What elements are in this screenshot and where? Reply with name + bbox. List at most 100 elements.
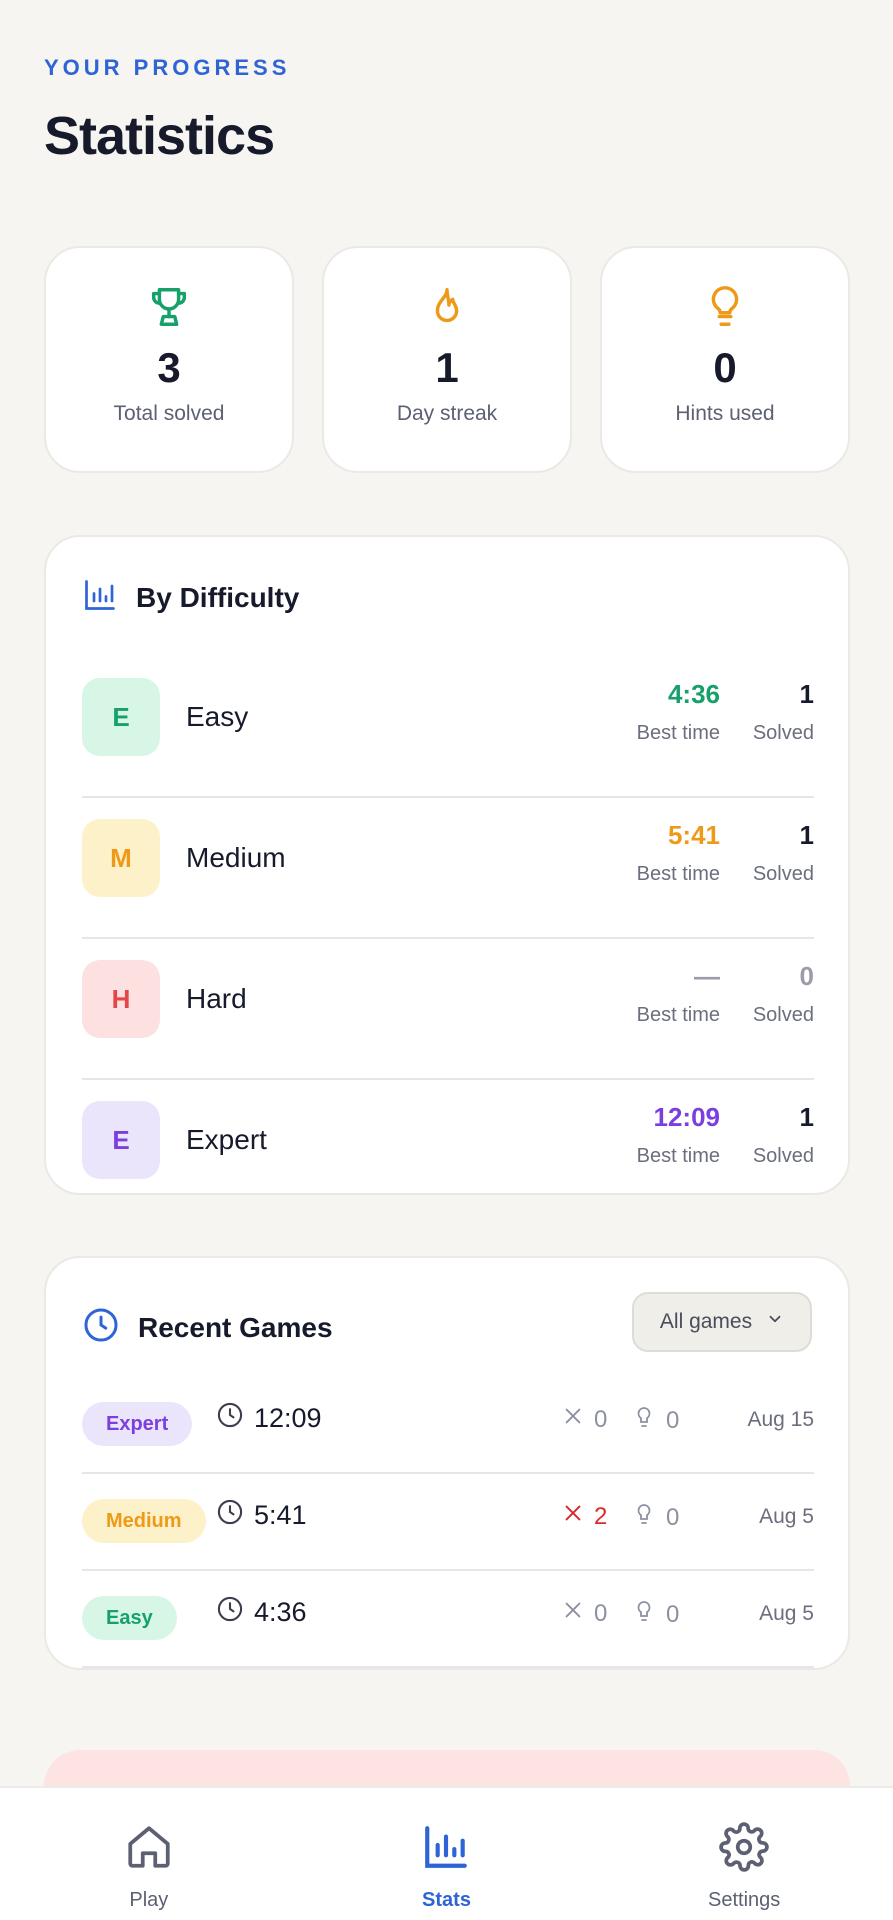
lightbulb-icon <box>632 1599 656 1630</box>
x-icon <box>562 1405 584 1434</box>
lightbulb-icon <box>702 284 748 330</box>
best-time-label: Best time <box>636 1004 720 1026</box>
best-time-value: 5:41 <box>667 820 720 850</box>
stat-card-total-solved: 3 Total solved <box>44 246 294 473</box>
best-time-label: Best time <box>636 863 720 885</box>
game-time: 4:36 <box>216 1595 307 1630</box>
flame-icon <box>424 284 470 330</box>
game-time-value: 4:36 <box>254 1597 307 1627</box>
best-time: — Best time <box>637 961 720 1027</box>
difficulty-badge: H <box>82 960 160 1038</box>
clock-icon <box>216 1595 244 1630</box>
difficulty-row-hard[interactable]: H Hard — Best time 0 Solved <box>82 939 814 1080</box>
x-icon <box>562 1599 584 1628</box>
solved-count: 1 Solved <box>753 679 814 745</box>
solved-value: 1 <box>799 679 814 709</box>
card-title: By Difficulty <box>136 581 300 613</box>
home-icon <box>124 1822 174 1877</box>
game-date: Aug 5 <box>759 1505 814 1528</box>
stat-label: Day streak <box>396 402 498 425</box>
x-icon <box>562 1502 584 1531</box>
best-time-value: — <box>694 961 720 991</box>
stat-value: 1 <box>435 344 459 391</box>
page-title: Statistics <box>44 106 275 166</box>
mistakes: 2 <box>562 1502 607 1531</box>
solved-value: 0 <box>799 961 814 991</box>
recent-games-card: Recent Games All games Expert 12:09 0 0 … <box>44 1256 850 1670</box>
chevron-down-icon <box>766 1310 784 1334</box>
game-time-value: 5:41 <box>254 1500 307 1530</box>
solved-count: 1 Solved <box>753 1102 814 1168</box>
games-filter-dropdown[interactable]: All games <box>632 1292 812 1352</box>
statistics-screen: YOUR PROGRESS Statistics 3 Total solved <box>0 0 893 1920</box>
difficulty-row-easy[interactable]: E Easy 4:36 Best time 1 Solved <box>82 657 814 798</box>
mistakes-count: 0 <box>594 1599 608 1627</box>
summary-cards: 3 Total solved 1 Day streak 0 Hints used <box>44 246 850 473</box>
game-time: 12:09 <box>216 1401 322 1436</box>
hints: 0 <box>632 1599 679 1630</box>
nav-label: Stats <box>422 1889 471 1911</box>
stat-value: 0 <box>713 344 737 391</box>
lightbulb-icon <box>632 1502 656 1533</box>
nav-item-stats[interactable]: Stats <box>346 1788 546 1920</box>
stat-label: Hints used <box>675 402 775 425</box>
mistakes: 0 <box>562 1405 607 1434</box>
hints: 0 <box>632 1405 679 1436</box>
gear-icon <box>719 1822 769 1877</box>
best-time: 5:41 Best time <box>637 820 720 886</box>
nav-label: Play <box>129 1889 169 1911</box>
stat-value: 3 <box>157 344 181 391</box>
solved-value: 1 <box>799 1102 814 1132</box>
bar-chart-icon <box>82 577 118 618</box>
best-time-value: 12:09 <box>653 1102 721 1132</box>
by-difficulty-card: By Difficulty E Easy 4:36 Best time 1 So… <box>44 535 850 1195</box>
difficulty-name: Medium <box>186 842 286 873</box>
best-time-value: 4:36 <box>667 679 720 709</box>
lightbulb-icon <box>632 1405 656 1436</box>
difficulty-pill: Medium <box>82 1499 206 1543</box>
mistakes-count: 0 <box>594 1405 608 1433</box>
clock-icon <box>216 1498 244 1533</box>
solved-count: 1 Solved <box>753 820 814 886</box>
nav-item-play[interactable]: Play <box>49 1788 249 1920</box>
solved-count: 0 Solved <box>753 961 814 1027</box>
solved-label: Solved <box>752 1145 814 1167</box>
difficulty-name: Expert <box>186 1124 267 1155</box>
solved-value: 1 <box>799 820 814 850</box>
hints-count: 0 <box>666 1600 680 1628</box>
bottom-navigation: Play Stats Settings <box>0 1786 893 1920</box>
hints-count: 0 <box>666 1406 680 1434</box>
solved-label: Solved <box>752 863 814 885</box>
difficulty-pill: Easy <box>82 1596 177 1640</box>
best-time: 12:09 Best time <box>637 1102 720 1168</box>
difficulty-badge: E <box>82 678 160 756</box>
filter-label: All games <box>659 1310 753 1333</box>
game-time: 5:41 <box>216 1498 307 1533</box>
mistakes-count: 2 <box>594 1502 608 1530</box>
stat-card-day-streak: 1 Day streak <box>322 246 572 473</box>
game-date: Aug 5 <box>759 1602 814 1625</box>
nav-item-settings[interactable]: Settings <box>644 1788 844 1920</box>
hints: 0 <box>632 1502 679 1533</box>
stat-card-hints-used: 0 Hints used <box>600 246 850 473</box>
best-time: 4:36 Best time <box>637 679 720 745</box>
difficulty-badge: M <box>82 819 160 897</box>
difficulty-row-medium[interactable]: M Medium 5:41 Best time 1 Solved <box>82 798 814 939</box>
card-header: Recent Games <box>82 1306 333 1349</box>
game-row[interactable]: Easy 4:36 0 0 Aug 5 <box>82 1571 814 1668</box>
game-row[interactable]: Expert 12:09 0 0 Aug 15 <box>82 1377 814 1474</box>
best-time-label: Best time <box>636 722 720 744</box>
hints-count: 0 <box>666 1503 680 1531</box>
difficulty-name: Hard <box>186 983 247 1014</box>
mistakes: 0 <box>562 1599 607 1628</box>
game-date: Aug 15 <box>747 1408 814 1431</box>
card-header: By Difficulty <box>82 577 299 618</box>
difficulty-row-expert[interactable]: E Expert 12:09 Best time 1 Solved <box>82 1080 814 1193</box>
solved-label: Solved <box>752 1004 814 1026</box>
nav-label: Settings <box>708 1889 781 1911</box>
difficulty-name: Easy <box>186 701 249 732</box>
eyebrow-label: YOUR PROGRESS <box>44 55 291 80</box>
game-row[interactable]: Medium 5:41 2 0 Aug 5 <box>82 1474 814 1571</box>
clock-icon <box>216 1401 244 1436</box>
best-time-label: Best time <box>636 1145 720 1167</box>
